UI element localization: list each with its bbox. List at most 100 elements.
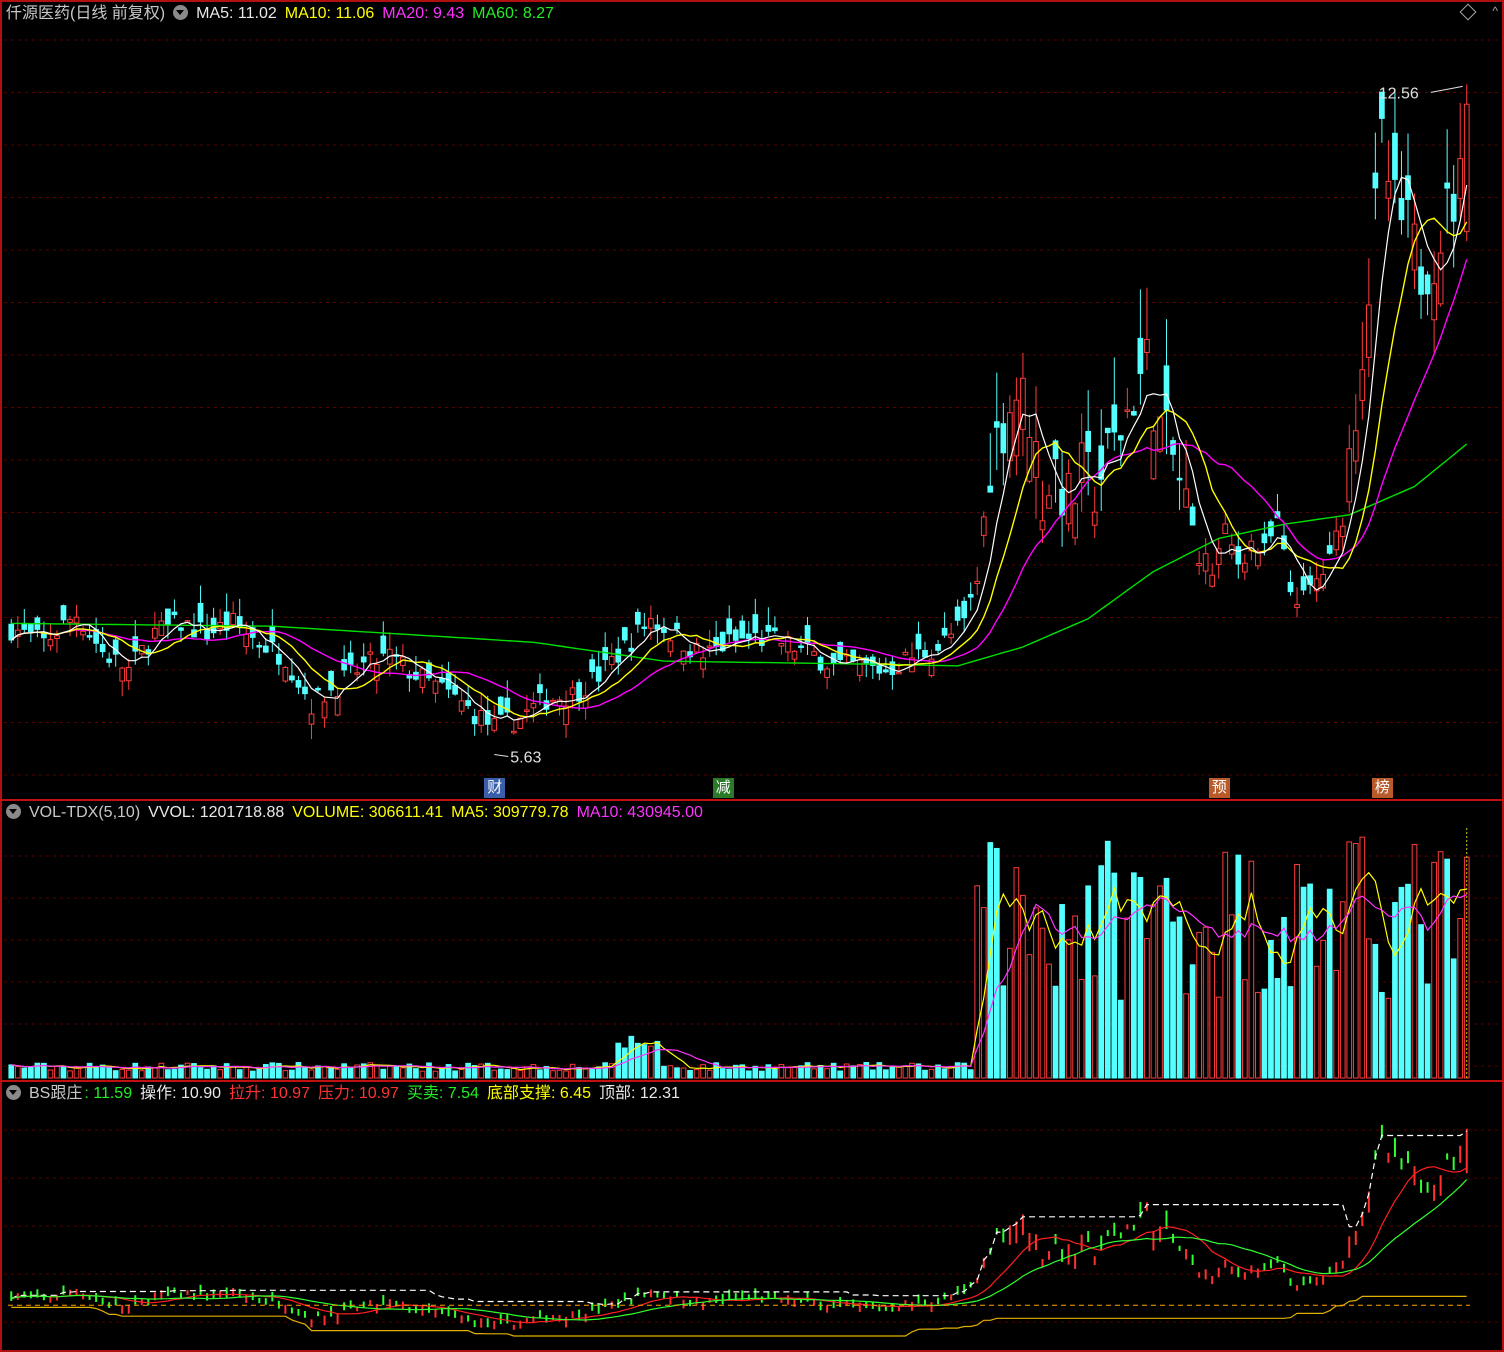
candle-body bbox=[661, 628, 667, 633]
dropdown-icon[interactable] bbox=[6, 804, 21, 819]
candle-body bbox=[993, 421, 1000, 428]
vvol-value: VVOL: 1201718.88 bbox=[148, 804, 285, 821]
candle-body bbox=[1131, 411, 1137, 416]
volume-bar bbox=[282, 1070, 289, 1079]
volume-bar bbox=[778, 1063, 785, 1079]
volume-bar bbox=[993, 847, 1000, 1079]
candle-body bbox=[1013, 399, 1020, 457]
bs-indicator-name[interactable]: BS跟庄 bbox=[29, 1085, 82, 1102]
volume-bar bbox=[80, 1067, 86, 1079]
volume-bar bbox=[204, 1068, 210, 1079]
volume-bar bbox=[380, 1068, 387, 1079]
candle-body bbox=[80, 630, 86, 636]
candle-body bbox=[491, 718, 498, 731]
ma60-line bbox=[11, 443, 1468, 667]
candle-body bbox=[432, 680, 439, 694]
volume-bar bbox=[106, 1067, 113, 1079]
candle-body bbox=[1157, 416, 1163, 452]
volume-bar bbox=[1039, 927, 1046, 1079]
candle-body bbox=[530, 703, 537, 709]
volume-bar bbox=[1379, 991, 1385, 1079]
volume-bar bbox=[302, 1067, 308, 1079]
event-tag[interactable]: 财 bbox=[484, 778, 506, 798]
volume-bar bbox=[1437, 851, 1444, 1079]
volume-bar bbox=[1215, 996, 1222, 1079]
candle-body bbox=[380, 635, 387, 654]
bs-header: BS跟庄: 11.59 操作: 10.90 拉升: 10.97 压力: 10.97 买卖… bbox=[6, 1083, 688, 1105]
candle-body bbox=[99, 644, 106, 653]
volume-bar bbox=[1222, 851, 1229, 1079]
event-tag[interactable]: 减 bbox=[712, 778, 734, 798]
bs-top-value: 顶部: 12.31 bbox=[599, 1085, 680, 1102]
volume-bar bbox=[902, 1065, 909, 1079]
volume-bar bbox=[321, 1065, 328, 1079]
ma20-line bbox=[10, 259, 1468, 710]
volume-bar bbox=[1287, 986, 1294, 1079]
candle-body bbox=[367, 651, 374, 655]
candle-body bbox=[935, 644, 941, 651]
high-arrow bbox=[1430, 85, 1463, 93]
candle-body bbox=[243, 633, 250, 648]
ma20-value: MA20: 9.43 bbox=[382, 5, 465, 22]
event-tag[interactable]: 榜 bbox=[1371, 778, 1393, 798]
volume-bar bbox=[230, 1066, 237, 1079]
volume-bar bbox=[1072, 915, 1078, 1079]
volume-bar bbox=[752, 1065, 759, 1079]
candle-body bbox=[321, 701, 328, 719]
candle-body bbox=[1124, 409, 1131, 412]
volume-bar bbox=[112, 1070, 119, 1079]
bs-trade-value: 买卖: 7.54 bbox=[406, 1085, 479, 1102]
vol-indicator-name[interactable]: VOL-TDX(5,10) bbox=[29, 804, 140, 821]
candle-body bbox=[465, 700, 471, 706]
candle-body bbox=[706, 645, 713, 649]
event-tag[interactable]: 预 bbox=[1208, 778, 1230, 798]
high-price-label: 12.56 bbox=[1379, 85, 1419, 102]
dropdown-icon[interactable] bbox=[173, 5, 189, 20]
volume-bars bbox=[8, 836, 1470, 1079]
volume-bar bbox=[1424, 983, 1431, 1079]
volume-bar bbox=[719, 1068, 726, 1079]
volume-bar bbox=[1392, 902, 1398, 1079]
candle-body bbox=[595, 666, 602, 682]
candle-body bbox=[1352, 430, 1359, 462]
volume-bar bbox=[980, 907, 987, 1079]
chevron-up-icon[interactable]: ^ bbox=[1492, 4, 1498, 18]
candle-body bbox=[902, 651, 909, 656]
candle-body bbox=[974, 580, 981, 585]
candle-body bbox=[765, 625, 772, 632]
candle-body bbox=[125, 666, 132, 682]
ma60-value: MA60: 8.27 bbox=[472, 5, 554, 22]
candle-body bbox=[883, 669, 889, 673]
volume-bar bbox=[197, 1067, 204, 1079]
candle-body bbox=[1072, 503, 1078, 539]
chart-frame bbox=[0, 0, 1504, 1352]
volume-bar bbox=[1150, 904, 1157, 1079]
candle-body bbox=[204, 629, 210, 640]
candle-body bbox=[341, 659, 347, 671]
candle-body bbox=[1463, 103, 1470, 233]
candle-body bbox=[315, 687, 321, 691]
stock-chart[interactable]: 12.56 5.63 bbox=[0, 0, 1504, 1352]
candle-body bbox=[1457, 158, 1464, 199]
candle-body bbox=[165, 608, 171, 626]
volume-bar bbox=[504, 1069, 511, 1079]
candle-body bbox=[106, 658, 113, 663]
volume-bar bbox=[236, 1069, 243, 1079]
candle-body bbox=[628, 647, 635, 652]
candle-body bbox=[1222, 523, 1229, 535]
dropdown-icon[interactable] bbox=[6, 1085, 21, 1100]
candle-body bbox=[60, 605, 67, 621]
candle-body bbox=[961, 600, 968, 619]
candle-body bbox=[791, 650, 798, 660]
volume-bar bbox=[1189, 964, 1196, 1079]
bs-support-line bbox=[11, 1295, 1467, 1337]
candle-body bbox=[641, 626, 648, 630]
volume-bar bbox=[67, 1070, 73, 1079]
volume-bar bbox=[60, 1065, 67, 1079]
volume-bar bbox=[1202, 926, 1209, 1079]
volume-bar bbox=[413, 1068, 419, 1079]
candle-body bbox=[1144, 339, 1150, 353]
stock-title[interactable]: 仟源医药(日线 前复权) bbox=[6, 5, 165, 22]
volume-bar bbox=[556, 1069, 563, 1079]
volume-bar bbox=[1268, 939, 1274, 1079]
